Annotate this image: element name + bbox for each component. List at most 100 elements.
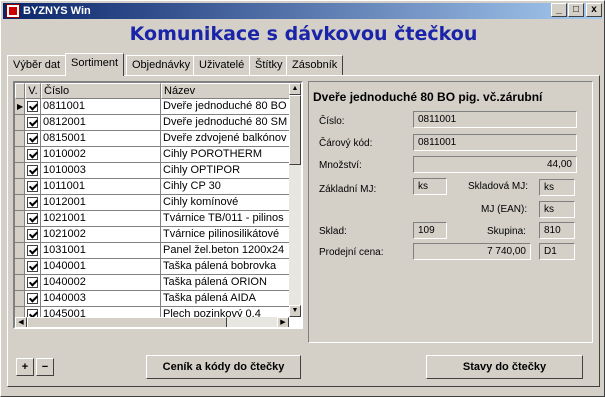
checkbox-checked-icon[interactable] [27,245,38,256]
prodejni-cena-field[interactable]: 7 740,00 [413,243,531,260]
checkbox-checked-icon[interactable] [27,181,38,192]
scroll-right-icon[interactable]: ▶ [277,317,289,327]
zakladni-mj-field[interactable]: ks [413,178,447,195]
minimize-button[interactable]: _ [551,3,567,17]
tab-objednavky[interactable]: Objednávky [126,55,197,76]
cislo-field[interactable]: 0811001 [413,111,577,128]
stavy-button[interactable]: Stavy do čtečky [426,355,583,379]
checkbox-checked-icon[interactable] [27,101,38,112]
checkbox-checked-icon[interactable] [27,149,38,160]
tab-stitky[interactable]: Štítky [249,55,289,76]
close-button[interactable]: x [586,3,602,17]
cenik-kody-button[interactable]: Ceník a kódy do čtečky [146,355,301,379]
window-title: BYZNYS Win [23,5,91,17]
scroll-left-icon[interactable]: ◀ [15,317,27,327]
checkbox-checked-icon[interactable] [27,213,38,224]
row-indicator [15,243,25,259]
checkbox-checked-icon[interactable] [27,229,38,240]
table-row[interactable]: 1012001 Cihly komínové [15,195,289,211]
remove-row-button[interactable]: − [36,358,54,376]
cell-cislo: 1011001 [41,179,161,195]
mnozstvi-field[interactable]: 44,00 [413,156,577,173]
sklad-field[interactable]: 109 [413,222,447,239]
row-indicator [15,259,25,275]
skupina-field[interactable]: 810 [539,222,575,239]
row-indicator [15,115,25,131]
row-checkbox[interactable] [25,291,41,307]
table-row[interactable]: 1010003 Cihly OPTIPOR [15,163,289,179]
table-row[interactable]: 0815001 Dveře zdvojené balkónov [15,131,289,147]
table-row[interactable]: 1045001 Plech pozinkový 0.4 [15,307,289,317]
horizontal-scrollbar[interactable]: ◀ ▶ [15,317,289,327]
table-row[interactable]: 0812001 Dveře jednoduché 80 SM [15,115,289,131]
table-row[interactable]: 1031001 Panel žel.beton 1200x24 [15,243,289,259]
column-nazev[interactable]: Název [161,83,289,99]
cell-cislo: 1031001 [41,243,161,259]
zakladni-mj-label: Základní MJ: [319,184,377,195]
cell-nazev: Tvárnice pilinosilikátové [161,227,289,243]
row-indicator [15,147,25,163]
cell-cislo: 1021001 [41,211,161,227]
detail-title: Dveře jednoduché 80 BO pig. vč.zárubní [313,90,543,104]
skladova-mj-field[interactable]: ks [539,179,575,196]
row-indicator [15,227,25,243]
row-checkbox[interactable] [25,275,41,291]
cell-nazev: Dveře zdvojené balkónov [161,131,289,147]
table-row[interactable]: ▶ 0811001 Dveře jednoduché 80 BO [15,99,289,115]
row-checkbox[interactable] [25,115,41,131]
sortiment-grid[interactable]: V. Číslo Název ▶ 0811001 Dveře jednoduché … [13,81,303,329]
row-indicator [15,211,25,227]
cell-cislo: 1010002 [41,147,161,163]
row-checkbox[interactable] [25,131,41,147]
sklad-label: Sklad: [319,226,347,237]
table-row[interactable]: 1021001 Tvárnice TB/011 - pilinos [15,211,289,227]
checkbox-checked-icon[interactable] [27,261,38,272]
checkbox-checked-icon[interactable] [27,133,38,144]
row-checkbox[interactable] [25,211,41,227]
header-indicator [15,83,25,99]
scroll-down-icon[interactable]: ▼ [289,305,301,317]
row-checkbox[interactable] [25,307,41,317]
row-checkbox[interactable] [25,147,41,163]
tab-zasobnik[interactable]: Zásobník [286,55,344,76]
row-checkbox[interactable] [25,243,41,259]
row-checkbox[interactable] [25,163,41,179]
row-checkbox[interactable] [25,99,41,115]
scroll-thumb[interactable] [289,95,301,165]
row-checkbox[interactable] [25,195,41,211]
mj-ean-field[interactable]: ks [539,201,575,218]
table-row[interactable]: 1040003 Taška pálená AIDA [15,291,289,307]
add-row-button[interactable]: + [16,358,34,376]
cell-cislo: 1010003 [41,163,161,179]
cell-nazev: Taška pálená ORION [161,275,289,291]
row-checkbox[interactable] [25,259,41,275]
cell-cislo: 1040002 [41,275,161,291]
cena-code-field[interactable]: D1 [539,243,575,260]
tab-uzivatele[interactable]: Uživatelé [193,55,251,76]
column-cislo[interactable]: Číslo [41,83,161,99]
checkbox-checked-icon[interactable] [27,309,38,317]
row-checkbox[interactable] [25,179,41,195]
table-row[interactable]: 1021002 Tvárnice pilinosilikátové [15,227,289,243]
row-indicator [15,131,25,147]
checkbox-checked-icon[interactable] [27,277,38,288]
checkbox-checked-icon[interactable] [27,197,38,208]
checkbox-checked-icon[interactable] [27,293,38,304]
table-row[interactable]: 1010002 Cihly POROTHERM [15,147,289,163]
scroll-up-icon[interactable]: ▲ [289,83,301,95]
checkbox-checked-icon[interactable] [27,117,38,128]
table-row[interactable]: 1011001 Cihly CP 30 [15,179,289,195]
tab-vyber-dat[interactable]: Výběr dat [7,55,67,76]
hscroll-thumb[interactable] [27,317,227,327]
vertical-scrollbar[interactable]: ▲ ▼ [289,83,301,317]
checkbox-checked-icon[interactable] [27,165,38,176]
maximize-button[interactable]: □ [568,3,584,17]
table-row[interactable]: 1040001 Taška pálená bobrovka [15,259,289,275]
carovy-kod-field[interactable]: 0811001 [413,134,577,151]
cell-nazev: Taška pálená AIDA [161,291,289,307]
tab-sortiment[interactable]: Sortiment [65,53,125,76]
table-row[interactable]: 1040002 Taška pálená ORION [15,275,289,291]
row-checkbox[interactable] [25,227,41,243]
column-v[interactable]: V. [25,83,41,99]
mnozstvi-label: Množství: [319,160,362,171]
